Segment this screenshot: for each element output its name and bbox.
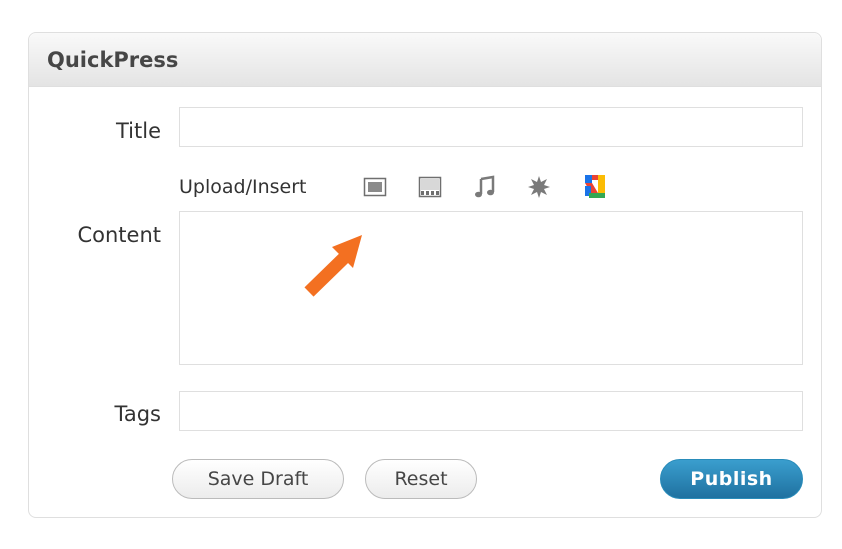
- publish-button[interactable]: Publish: [660, 459, 803, 499]
- title-input[interactable]: [179, 107, 803, 147]
- quickpress-screen: QuickPress Title Upload/Insert Content T…: [0, 0, 842, 549]
- tags-label: Tags: [114, 402, 162, 426]
- add-video-icon[interactable]: [418, 175, 442, 199]
- upload-insert-label: Upload/Insert: [179, 176, 307, 198]
- save-draft-button[interactable]: Save Draft: [172, 459, 344, 499]
- annotation-arrow-icon: [304, 235, 362, 297]
- content-textarea[interactable]: [179, 211, 803, 365]
- title-label: Title: [115, 119, 161, 143]
- add-media-icon[interactable]: [527, 175, 551, 199]
- add-image-icon[interactable]: [363, 175, 387, 199]
- widget-header[interactable]: QuickPress: [29, 33, 821, 87]
- reset-button[interactable]: Reset: [365, 459, 477, 499]
- google-picker-icon[interactable]: [583, 174, 607, 198]
- content-label: Content: [77, 223, 161, 247]
- widget-title: QuickPress: [47, 47, 179, 72]
- add-audio-icon[interactable]: [473, 175, 497, 199]
- quickpress-widget: QuickPress Title Upload/Insert Content T…: [28, 32, 822, 518]
- tags-input[interactable]: [179, 391, 803, 431]
